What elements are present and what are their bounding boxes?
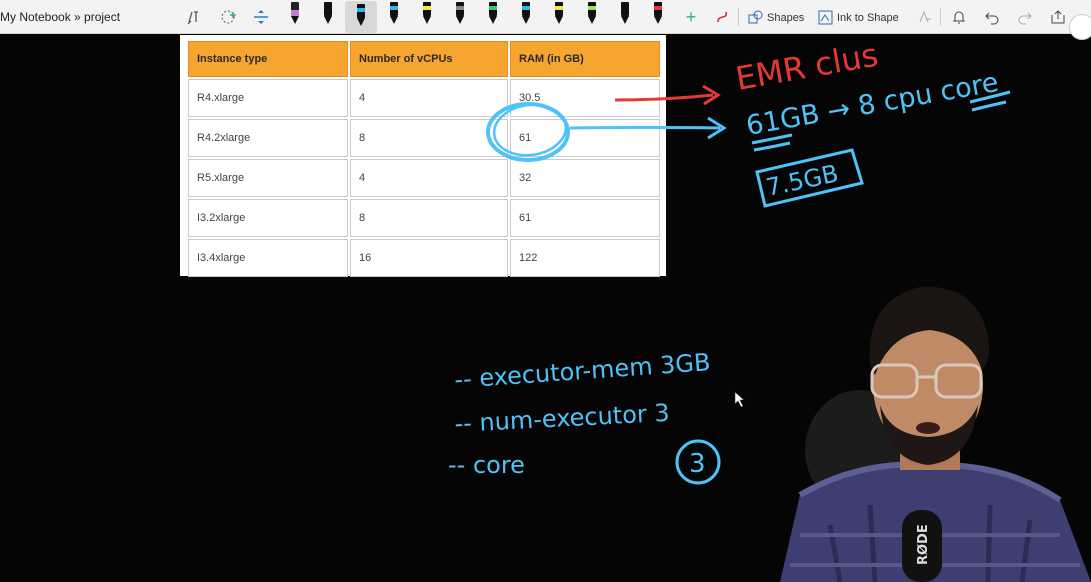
ink-text-boxed: 7.5GB bbox=[763, 159, 840, 202]
ink-circle-highlight bbox=[486, 102, 570, 162]
ink-arrow-blue bbox=[569, 126, 721, 130]
ink-arrow-red bbox=[614, 93, 714, 102]
mouse-cursor-icon bbox=[734, 391, 745, 408]
ink-text-emr: EMR clus bbox=[733, 36, 881, 98]
ink-text-circled: 3 bbox=[689, 449, 706, 479]
presenter-webcam: RØDE bbox=[780, 286, 1091, 582]
mic-logo: RØDE bbox=[916, 524, 931, 565]
ink-text-line2: -- num-executor 3 bbox=[454, 399, 670, 438]
ink-text-line3: -- core bbox=[448, 451, 525, 479]
ink-text-line1: -- executor-mem 3GB bbox=[453, 348, 711, 394]
